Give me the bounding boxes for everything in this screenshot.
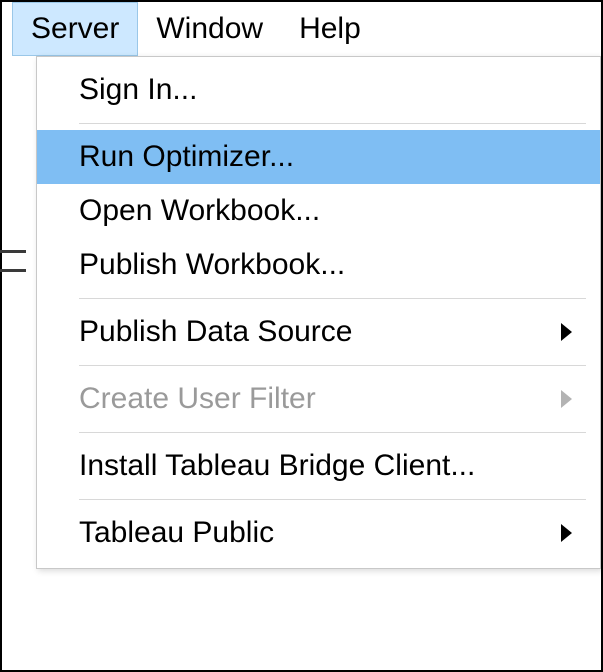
- menu-item-open-workbook[interactable]: Open Workbook...: [37, 184, 600, 238]
- menu-item-tableau-public[interactable]: Tableau Public: [37, 506, 600, 560]
- menu-separator: [79, 499, 586, 500]
- server-dropdown-menu: Sign In... Run Optimizer... Open Workboo…: [36, 56, 601, 569]
- background-content-hint: [0, 250, 26, 272]
- menu-item-label: Sign In...: [79, 73, 197, 107]
- submenu-arrow-icon: [561, 323, 572, 341]
- menubar-item-window[interactable]: Window: [138, 2, 281, 56]
- menu-item-label: Tableau Public: [79, 516, 274, 550]
- menubar-item-help[interactable]: Help: [281, 2, 379, 56]
- menubar: Server Window Help: [2, 2, 601, 56]
- submenu-arrow-icon: [561, 524, 572, 542]
- menu-item-sign-in[interactable]: Sign In...: [37, 63, 600, 117]
- menu-item-create-user-filter: Create User Filter: [37, 372, 600, 426]
- menu-separator: [79, 123, 586, 124]
- menu-item-label: Publish Data Source: [79, 315, 353, 349]
- menu-item-publish-data-source[interactable]: Publish Data Source: [37, 305, 600, 359]
- menu-item-publish-workbook[interactable]: Publish Workbook...: [37, 238, 600, 292]
- menubar-item-label: Server: [31, 12, 119, 46]
- submenu-arrow-icon: [561, 390, 572, 408]
- menu-separator: [79, 298, 586, 299]
- menu-item-label: Run Optimizer...: [79, 140, 294, 174]
- menu-item-label: Publish Workbook...: [79, 248, 345, 282]
- menubar-item-server[interactable]: Server: [12, 2, 138, 56]
- menubar-item-label: Help: [299, 12, 361, 46]
- menu-item-label: Create User Filter: [79, 382, 316, 416]
- menu-item-install-tableau-bridge-client[interactable]: Install Tableau Bridge Client...: [37, 439, 600, 493]
- menu-separator: [79, 432, 586, 433]
- menu-item-label: Install Tableau Bridge Client...: [79, 449, 475, 483]
- menu-item-run-optimizer[interactable]: Run Optimizer...: [37, 130, 600, 184]
- menubar-item-label: Window: [156, 12, 263, 46]
- menu-item-label: Open Workbook...: [79, 194, 320, 228]
- menu-separator: [79, 365, 586, 366]
- app-window: Server Window Help Sign In... Run Optimi…: [0, 0, 603, 672]
